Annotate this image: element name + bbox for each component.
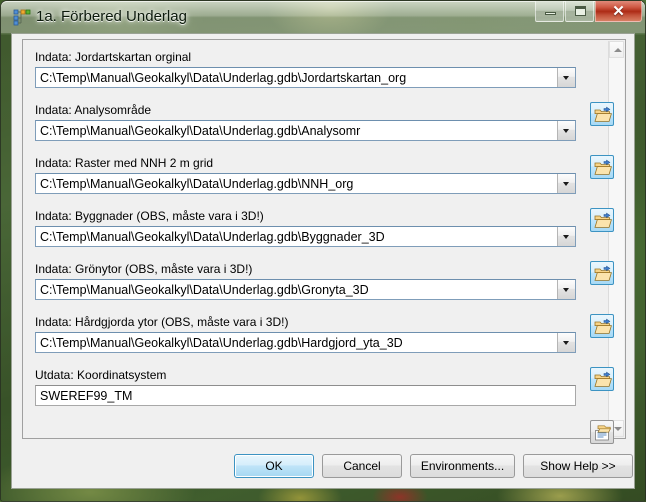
input-hardgjorda-ytor[interactable]: C:\Temp\Manual\Geokalkyl\Data\Underlag.g… <box>35 332 576 353</box>
chevron-down-icon[interactable] <box>557 68 575 87</box>
parameter-row: Utdata: Koordinatsystem SWEREF99_TM <box>35 368 576 406</box>
browse-button-gronytor[interactable] <box>590 314 614 338</box>
parameter-row: Indata: Grönytor (OBS, måste vara i 3D!)… <box>35 262 576 300</box>
minimize-button[interactable] <box>535 1 564 22</box>
environments-button[interactable]: Environments... <box>410 454 515 478</box>
window-title: 1a. Förbered Underlag <box>36 8 187 25</box>
parameter-label: Indata: Raster med NNH 2 m grid <box>35 156 214 170</box>
window-controls: ✕ <box>535 1 642 22</box>
input-koordinatsystem[interactable]: SWEREF99_TM <box>35 385 576 406</box>
input-value: C:\Temp\Manual\Geokalkyl\Data\Underlag.g… <box>40 229 385 244</box>
parameter-label: Indata: Analysområde <box>35 103 152 117</box>
browse-button-jordartskartan[interactable] <box>590 102 614 126</box>
parameter-label: Indata: Grönytor (OBS, måste vara i 3D!) <box>35 262 253 276</box>
close-button[interactable]: ✕ <box>595 1 642 22</box>
input-value: SWEREF99_TM <box>40 388 133 403</box>
open-folder-icon <box>594 371 612 394</box>
chevron-down-icon[interactable] <box>557 121 575 140</box>
parameter-row: Indata: Raster med NNH 2 m grid C:\Temp\… <box>35 156 576 194</box>
parameter-field-line: C:\Temp\Manual\Geokalkyl\Data\Underlag.g… <box>35 173 576 194</box>
chevron-down-icon[interactable] <box>557 280 575 299</box>
parameter-label: Utdata: Koordinatsystem <box>35 368 167 382</box>
open-folder-icon <box>594 159 612 182</box>
input-value: C:\Temp\Manual\Geokalkyl\Data\Underlag.g… <box>40 282 369 297</box>
parameter-row: Indata: Analysområde C:\Temp\Manual\Geok… <box>35 103 576 141</box>
input-gronytor[interactable]: C:\Temp\Manual\Geokalkyl\Data\Underlag.g… <box>35 279 576 300</box>
parameter-label: Indata: Jordartskartan orginal <box>35 50 192 64</box>
browse-button-byggnader[interactable] <box>590 261 614 285</box>
show-help-button[interactable]: Show Help >> <box>523 454 633 478</box>
parameter-label: Indata: Byggnader (OBS, måste vara i 3D!… <box>35 209 264 223</box>
open-folder-icon <box>594 318 612 341</box>
input-value: C:\Temp\Manual\Geokalkyl\Data\Underlag.g… <box>40 123 361 138</box>
maximize-icon <box>575 6 586 16</box>
input-value: C:\Temp\Manual\Geokalkyl\Data\Underlag.g… <box>40 70 407 85</box>
dialog-button-bar: OK Cancel Environments... Show Help >> <box>12 454 634 480</box>
parameter-field-line: C:\Temp\Manual\Geokalkyl\Data\Underlag.g… <box>35 67 576 88</box>
ok-button[interactable]: OK <box>234 454 314 478</box>
cancel-button[interactable]: Cancel <box>322 454 402 478</box>
parameters-list: Indata: Jordartskartan orginal C:\Temp\M… <box>23 40 609 438</box>
parameter-field-line: C:\Temp\Manual\Geokalkyl\Data\Underlag.g… <box>35 332 576 353</box>
parameter-field-line: C:\Temp\Manual\Geokalkyl\Data\Underlag.g… <box>35 279 576 300</box>
maximize-button[interactable] <box>565 1 594 22</box>
parameter-field-line: C:\Temp\Manual\Geokalkyl\Data\Underlag.g… <box>35 120 576 141</box>
input-analysomrade[interactable]: C:\Temp\Manual\Geokalkyl\Data\Underlag.g… <box>35 120 576 141</box>
tool-dialog-window: 1a. Förbered Underlag ✕ Indata: Jordarts… <box>0 0 646 502</box>
parameter-field-line: C:\Temp\Manual\Geokalkyl\Data\Underlag.g… <box>35 226 576 247</box>
parameter-row: Indata: Jordartskartan orginal C:\Temp\M… <box>35 50 576 88</box>
close-icon: ✕ <box>612 3 625 20</box>
input-byggnader[interactable]: C:\Temp\Manual\Geokalkyl\Data\Underlag.g… <box>35 226 576 247</box>
open-folder-icon <box>594 106 612 129</box>
scroll-up-arrow[interactable] <box>609 41 624 58</box>
parameter-label: Indata: Hårdgjorda ytor (OBS, måste vara… <box>35 315 289 329</box>
chevron-down-icon[interactable] <box>557 174 575 193</box>
parameter-row: Indata: Byggnader (OBS, måste vara i 3D!… <box>35 209 576 247</box>
input-raster-nnh-2m-grid[interactable]: C:\Temp\Manual\Geokalkyl\Data\Underlag.g… <box>35 173 576 194</box>
input-value: C:\Temp\Manual\Geokalkyl\Data\Underlag.g… <box>40 335 403 350</box>
browse-button-koordinatsystem[interactable] <box>590 420 614 444</box>
chevron-down-icon[interactable] <box>557 227 575 246</box>
chevron-down-icon[interactable] <box>557 333 575 352</box>
parameters-panel: Indata: Jordartskartan orginal C:\Temp\M… <box>22 39 626 439</box>
open-folder-icon <box>594 212 612 235</box>
minimize-icon <box>545 12 556 15</box>
spatial-reference-properties-icon <box>594 424 612 447</box>
browse-button-analysomrade[interactable] <box>590 155 614 179</box>
arcgis-script-tool-icon <box>13 8 31 26</box>
browse-button-raster-nnh[interactable] <box>590 208 614 232</box>
dialog-client-area: Indata: Jordartskartan orginal C:\Temp\M… <box>11 33 635 489</box>
input-value: C:\Temp\Manual\Geokalkyl\Data\Underlag.g… <box>40 176 354 191</box>
browse-button-hardgjorda-ytor[interactable] <box>590 367 614 391</box>
parameter-row: Indata: Hårdgjorda ytor (OBS, måste vara… <box>35 315 576 353</box>
input-jordartskartan-orginal[interactable]: C:\Temp\Manual\Geokalkyl\Data\Underlag.g… <box>35 67 576 88</box>
title-bar[interactable]: 1a. Förbered Underlag ✕ <box>0 0 646 34</box>
parameter-field-line: SWEREF99_TM <box>35 385 576 406</box>
open-folder-icon <box>594 265 612 288</box>
